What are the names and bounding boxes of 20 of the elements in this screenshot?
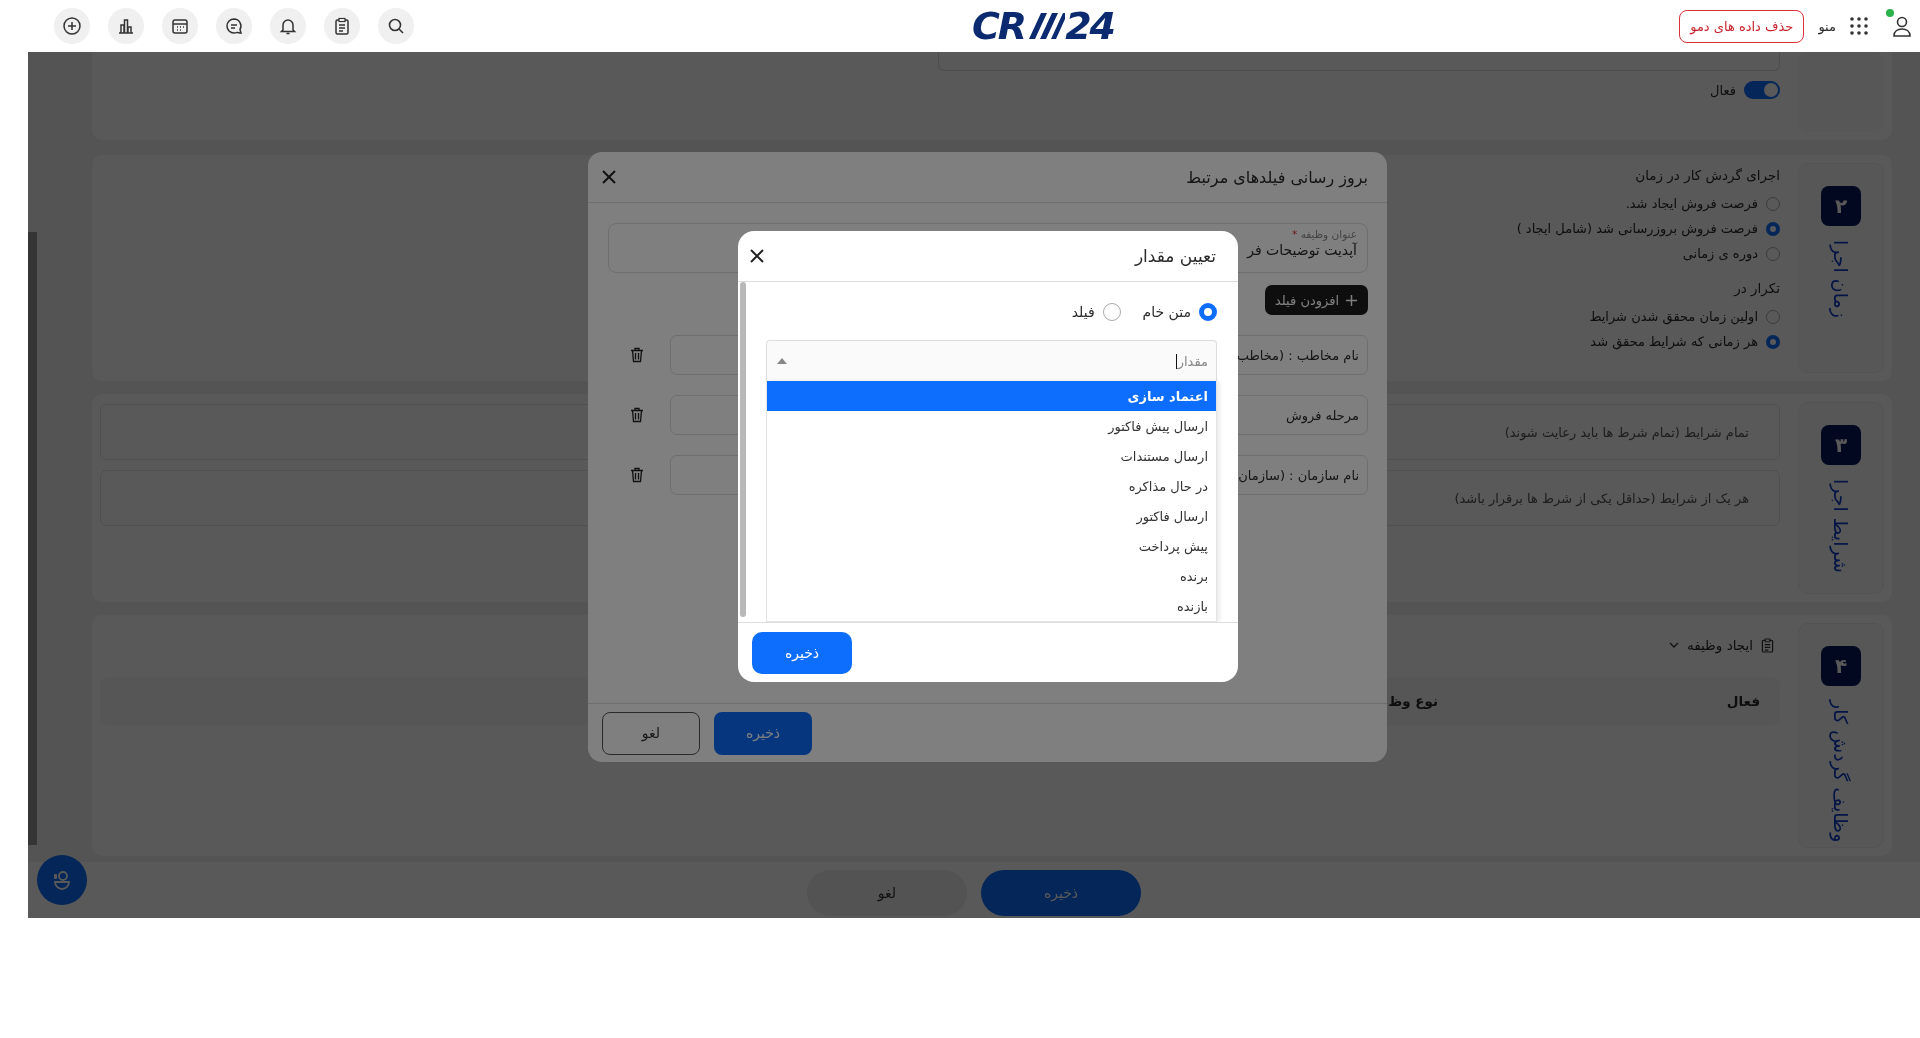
radio-label: فرصت فروش بروزرسانی شد (شامل ایجاد ) [1516, 221, 1758, 236]
dialog-title: بروز رسانی فیلدهای مرتبط [1186, 167, 1368, 187]
group-label: اجرای گردش کار در زمان [1635, 167, 1780, 183]
dialog-title: تعیین مقدار [1134, 246, 1216, 266]
radio-label: متن خام [1142, 304, 1191, 320]
toggle-label: فعال [1710, 82, 1736, 98]
step-number: ۴ [1821, 646, 1861, 686]
radio-label: فرصت فروش ایجاد شد. [1625, 196, 1758, 211]
radio-label: فیلد [1071, 304, 1095, 320]
radio-label: دوره ی زمانی [1682, 246, 1758, 261]
step-title: وظایف گردش کار [1830, 700, 1852, 843]
group-label: تکرار در [1734, 280, 1780, 296]
step-title: شرایط اجرا [1830, 479, 1852, 573]
radio-label: اولین زمان محقق شدن شرایط [1589, 309, 1758, 324]
step-number: ۳ [1821, 425, 1861, 465]
radio-label: هر زمانی که شرایط محقق شد [1590, 334, 1758, 349]
column-header: فعال [1725, 693, 1761, 709]
step-title: زمان اجرا [1830, 240, 1852, 318]
step-number: ۲ [1821, 186, 1861, 226]
column-header: نوع وظ [1388, 693, 1438, 709]
